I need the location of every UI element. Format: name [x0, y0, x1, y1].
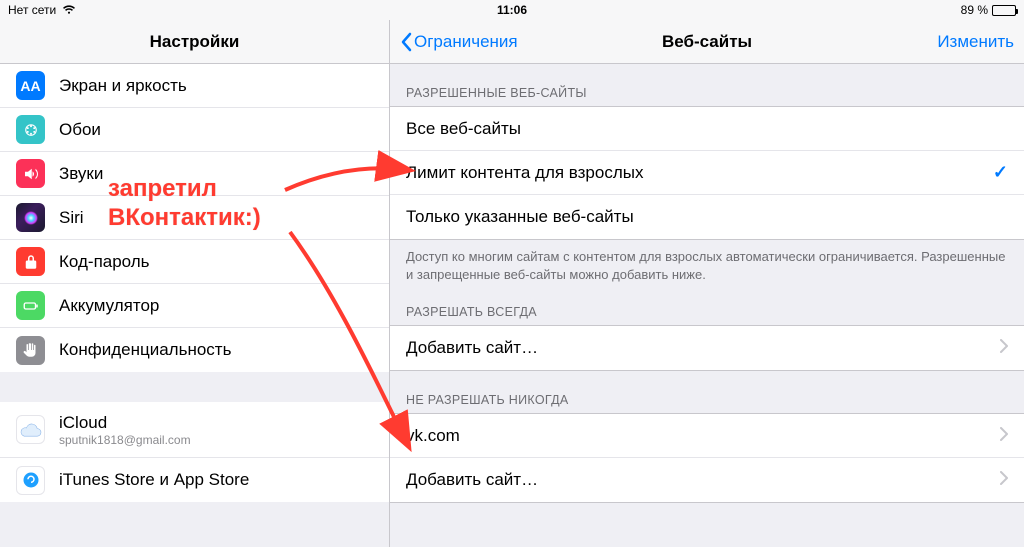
- chevron-left-icon: [400, 32, 412, 52]
- back-button[interactable]: Ограничения: [400, 32, 518, 52]
- always-allow-group: Добавить сайт…: [390, 325, 1024, 371]
- add-site-never[interactable]: Добавить сайт…: [390, 458, 1024, 502]
- add-site-always[interactable]: Добавить сайт…: [390, 326, 1024, 370]
- chevron-right-icon: [1000, 338, 1008, 358]
- page-title: Веб-сайты: [662, 32, 752, 52]
- sidebar: Настройки AA Экран и яркость Обои Звуки: [0, 20, 390, 547]
- chevron-right-icon: [1000, 470, 1008, 490]
- edit-button[interactable]: Изменить: [937, 32, 1014, 52]
- option-limit-adult[interactable]: Лимит контента для взрослых ✓: [390, 151, 1024, 195]
- section-allowed-header: РАЗРЕШЕННЫЕ ВЕБ-САЙТЫ: [390, 64, 1024, 106]
- allowed-options-group: Все веб-сайты Лимит контента для взрослы…: [390, 106, 1024, 240]
- option-all-sites[interactable]: Все веб-сайты: [390, 107, 1024, 151]
- back-label: Ограничения: [414, 32, 518, 52]
- never-allow-group: vk.com Добавить сайт…: [390, 413, 1024, 503]
- battery-percent: 89 %: [961, 3, 988, 17]
- battery-icon: [992, 5, 1016, 16]
- chevron-right-icon: [1000, 426, 1008, 446]
- section-never-header: НЕ РАЗРЕШАТЬ НИКОГДА: [390, 371, 1024, 413]
- detail-header: Ограничения Веб-сайты Изменить: [390, 20, 1024, 64]
- section-always-header: РАЗРЕШАТЬ ВСЕГДА: [390, 283, 1024, 325]
- network-status: Нет сети: [8, 3, 56, 17]
- detail-pane: Ограничения Веб-сайты Изменить РАЗРЕШЕНН…: [390, 20, 1024, 547]
- section-allowed-footer: Доступ ко многим сайтам с контентом для …: [390, 240, 1024, 283]
- status-bar: Нет сети 11:06 89 %: [0, 0, 1024, 20]
- annotation-arrow-2: [0, 20, 450, 547]
- option-specific-sites[interactable]: Только указанные веб-сайты: [390, 195, 1024, 239]
- never-item-vk[interactable]: vk.com: [390, 414, 1024, 458]
- wifi-icon: [62, 5, 76, 15]
- checkmark-icon: ✓: [993, 162, 1008, 183]
- clock: 11:06: [497, 3, 527, 17]
